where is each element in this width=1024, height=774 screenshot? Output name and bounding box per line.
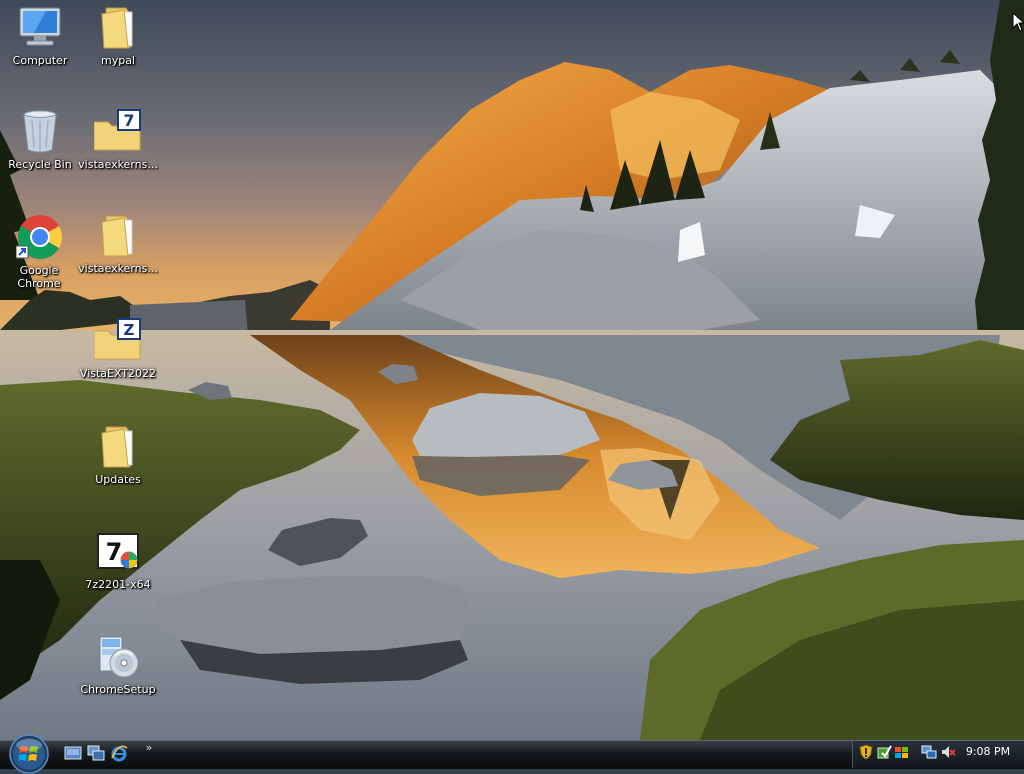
svg-text:7: 7 bbox=[106, 538, 123, 566]
desktop-icon-label: vistaexkerns... bbox=[78, 158, 158, 171]
folder-icon bbox=[101, 7, 133, 49]
internet-explorer-icon[interactable] bbox=[110, 744, 128, 762]
zip-archive-icon: Z bbox=[94, 318, 141, 360]
svg-text:Z: Z bbox=[124, 321, 135, 339]
volume-muted-icon[interactable] bbox=[940, 744, 956, 760]
windows-update-icon[interactable] bbox=[876, 744, 892, 760]
desktop-icon-label: Google Chrome bbox=[17, 264, 61, 290]
recycle-bin-icon bbox=[23, 110, 57, 153]
desktop-icon-label: ChromeSetup bbox=[80, 683, 156, 696]
desktop-icon-updates[interactable]: Updates bbox=[78, 421, 158, 495]
desktop-icon-7z-installer[interactable]: 7 7z2201-x64 bbox=[78, 526, 158, 600]
desktop-icon-label: VistaEXT2022 bbox=[79, 367, 157, 380]
start-button[interactable] bbox=[9, 734, 49, 774]
computer-icon bbox=[19, 7, 61, 46]
desktop-icon-label: mypal bbox=[100, 54, 135, 67]
show-desktop-icon[interactable] bbox=[64, 744, 82, 762]
svg-text:7: 7 bbox=[123, 111, 134, 130]
7zip-installer-icon: 7 bbox=[97, 533, 139, 569]
mouse-cursor-icon bbox=[1012, 12, 1024, 32]
chrome-icon bbox=[16, 215, 62, 259]
quick-launch-more-button[interactable]: » bbox=[143, 741, 155, 755]
desktop-icon-chromesetup[interactable]: ChromeSetup bbox=[78, 631, 158, 705]
desktop-icon-label: vistaexkerns... bbox=[78, 262, 158, 275]
desktop-icon-vistaexkerns-archive[interactable]: 7 vistaexkerns... bbox=[78, 106, 158, 180]
desktop-icon-vistaexkerns-folder[interactable]: vistaexkerns... bbox=[78, 210, 158, 284]
network-icon[interactable] bbox=[921, 744, 937, 760]
desktop-icon-vistaext2022[interactable]: Z VistaEXT2022 bbox=[78, 315, 158, 389]
desktop-icon-computer[interactable]: Computer bbox=[0, 2, 80, 76]
7zip-archive-icon: 7 bbox=[94, 109, 141, 151]
desktop-icon-label: Updates bbox=[95, 473, 141, 486]
desktop-icon-google-chrome[interactable]: Google Chrome bbox=[0, 212, 80, 290]
desktop-icon-label: 7z2201-x64 bbox=[85, 578, 151, 591]
desktop-icon-mypal[interactable]: mypal bbox=[78, 2, 158, 76]
taskbar-clock[interactable]: 9:08 PM bbox=[960, 745, 1016, 759]
action-center-icon[interactable] bbox=[894, 744, 910, 760]
desktop-icon-recycle-bin[interactable]: Recycle Bin bbox=[0, 106, 80, 180]
security-shield-icon[interactable] bbox=[858, 744, 874, 760]
switch-windows-icon[interactable] bbox=[87, 744, 105, 762]
folder-icon bbox=[101, 215, 133, 257]
folder-icon bbox=[101, 426, 133, 468]
setup-installer-icon bbox=[99, 636, 139, 678]
